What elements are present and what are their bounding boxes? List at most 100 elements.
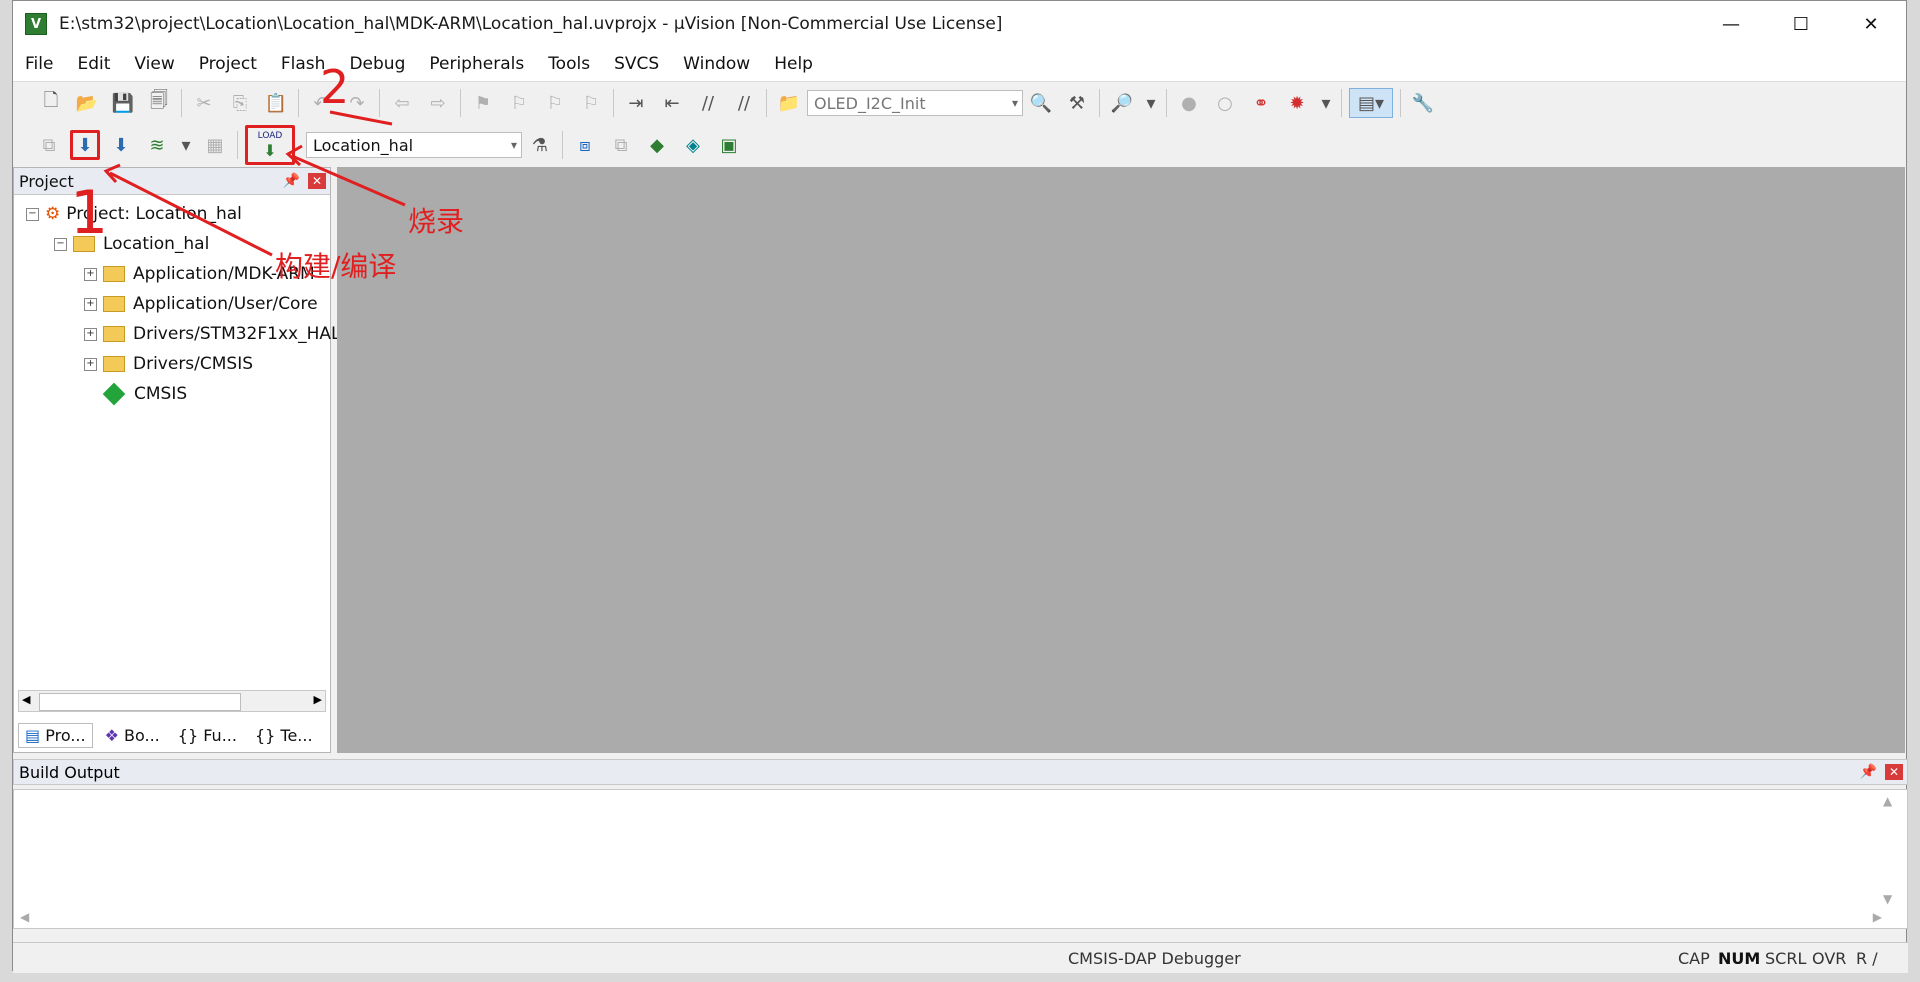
status-debugger: CMSIS-DAP Debugger [1068,949,1241,968]
pin-icon[interactable]: 📌 [283,173,300,189]
tab-books[interactable]: ❖ Bo... [99,724,166,747]
find-combo-value: OLED_I2C_Init [814,93,926,113]
rebuild-icon[interactable]: ⬇ [106,130,136,160]
paste-icon[interactable]: 📋 [261,88,291,118]
menu-window[interactable]: Window [683,54,750,74]
target-combo[interactable]: Location_hal ▾ [306,132,522,158]
navigate-back-icon[interactable]: ⇦ [387,88,417,118]
tab-templates-label: Te... [280,725,313,745]
tree-root[interactable]: − ⚙ Project: Location_hal [26,201,242,227]
project-hscroll[interactable]: ◀ ▶ [18,690,326,712]
expand-icon[interactable]: + [84,297,97,311]
close-icon[interactable]: ✕ [1885,764,1903,780]
copy-icon[interactable]: ⎘ [225,88,255,118]
kill-all-breakpoints-icon[interactable]: ✹ [1282,88,1312,118]
output-vscroll[interactable]: ▲ ▼ [1883,794,1901,906]
navigate-forward-icon[interactable]: ⇨ [423,88,453,118]
load-download-icon[interactable]: LOAD ⬇ [245,125,295,165]
breakpoint-insert-icon[interactable]: ● [1174,88,1204,118]
expand-icon[interactable]: + [84,267,97,281]
menu-edit[interactable]: Edit [77,54,110,74]
close-button[interactable]: ✕ [1836,1,1906,47]
manage-project-items-icon[interactable]: ⧈ [570,130,600,160]
bookmark-icon[interactable]: ⚑ [468,88,498,118]
debug-session-icon[interactable]: 🔎 [1107,88,1137,118]
close-icon[interactable]: ✕ [308,173,326,189]
menu-view[interactable]: View [134,54,174,74]
find-icon[interactable]: ⚒ [1062,88,1092,118]
menu-debug[interactable]: Debug [349,54,405,74]
menu-help[interactable]: Help [774,54,813,74]
window-layout-icon[interactable]: ▤▾ [1349,88,1393,118]
cut-icon[interactable]: ✂ [189,88,219,118]
expand-icon[interactable]: + [84,357,97,371]
tree-group[interactable]: + Drivers/STM32F1xx_HAL [84,321,340,347]
chevron-down-icon: ▾ [1011,96,1018,110]
uncomment-icon[interactable]: // [729,88,759,118]
menu-flash[interactable]: Flash [281,54,326,74]
editor-area[interactable] [337,167,1905,753]
scroll-thumb[interactable] [39,693,241,711]
build-output-panel[interactable]: ▲ ▼ ◀ ▶ [13,789,1908,929]
disable-all-breakpoints-icon[interactable]: ⚭ [1246,88,1276,118]
save-icon[interactable]: 💾 [108,88,138,118]
cmsis-component-icon [102,382,126,406]
build-icon[interactable]: ⬇ [70,130,100,160]
open-file-icon[interactable]: 📂 [72,88,102,118]
collapse-icon[interactable]: − [26,207,39,221]
chevron-down-icon[interactable]: ▾ [1143,88,1159,118]
save-all-icon[interactable]: 🗐 [144,88,174,118]
chevron-down-icon[interactable]: ▾ [1318,88,1334,118]
scroll-right-icon[interactable]: ▶ [314,693,322,706]
incremental-find-icon[interactable]: 🔍 [1026,88,1056,118]
maximize-button[interactable]: ☐ [1766,1,1836,47]
find-in-files-icon[interactable]: 📁 [774,88,804,118]
expand-icon[interactable]: + [84,327,97,341]
stop-build-icon[interactable]: ▦ [200,130,230,160]
project-icon: ⚙ [45,204,61,224]
tab-templates[interactable]: {} Te... [249,724,319,747]
output-hscroll[interactable]: ◀ ▶ [20,910,1882,926]
breakpoint-disable-icon[interactable]: ○ [1210,88,1240,118]
templates-icon: {} [254,725,276,745]
scroll-right-icon[interactable]: ▶ [1873,910,1882,924]
menu-peripherals[interactable]: Peripherals [429,54,524,74]
scroll-left-icon[interactable]: ◀ [22,693,30,706]
configure-icon[interactable]: 🔧 [1408,88,1438,118]
chevron-down-icon[interactable]: ▾ [178,130,194,160]
collapse-icon[interactable]: − [54,237,67,251]
scroll-down-icon[interactable]: ▼ [1883,892,1892,906]
target-options-icon[interactable]: ⚗ [525,130,555,160]
comment-icon[interactable]: // [693,88,723,118]
folder-icon [103,296,125,312]
tab-functions[interactable]: {} Fu... [172,724,243,747]
new-file-icon[interactable]: 🗋 [36,88,66,118]
folder-icon [103,266,125,282]
tree-cmsis[interactable]: CMSIS [102,381,187,407]
tree-group[interactable]: + Drivers/CMSIS [84,351,253,377]
find-combo[interactable]: OLED_I2C_Init ▾ [807,90,1023,116]
project-panel-header: Project 📌 ✕ [14,168,330,195]
next-bookmark-icon[interactable]: ⚐ [540,88,570,118]
unindent-icon[interactable]: ⇤ [657,88,687,118]
menu-file[interactable]: File [25,54,53,74]
pin-icon[interactable]: 📌 [1860,764,1877,780]
multi-project-icon[interactable]: ⧉ [606,130,636,160]
scroll-up-icon[interactable]: ▲ [1883,794,1901,808]
manage-run-time-environment-icon[interactable]: ◆ [642,130,672,160]
pack-installer-icon[interactable]: ▣ [714,130,744,160]
tree-group[interactable]: + Application/User/Core [84,291,318,317]
tab-project[interactable]: ▤ Pro... [18,722,93,748]
menu-svcs[interactable]: SVCS [614,54,659,74]
clear-bookmarks-icon[interactable]: ⚐ [576,88,606,118]
select-software-packs-icon[interactable]: ◈ [678,130,708,160]
minimize-button[interactable]: — [1696,1,1766,47]
scroll-left-icon[interactable]: ◀ [20,910,29,924]
translate-icon[interactable]: ⧉ [34,130,64,160]
menu-project[interactable]: Project [199,54,257,74]
indent-icon[interactable]: ⇥ [621,88,651,118]
batch-build-icon[interactable]: ≋ [142,130,172,160]
menu-tools[interactable]: Tools [548,54,590,74]
prev-bookmark-icon[interactable]: ⚐ [504,88,534,118]
project-panel-title: Project [19,171,74,191]
